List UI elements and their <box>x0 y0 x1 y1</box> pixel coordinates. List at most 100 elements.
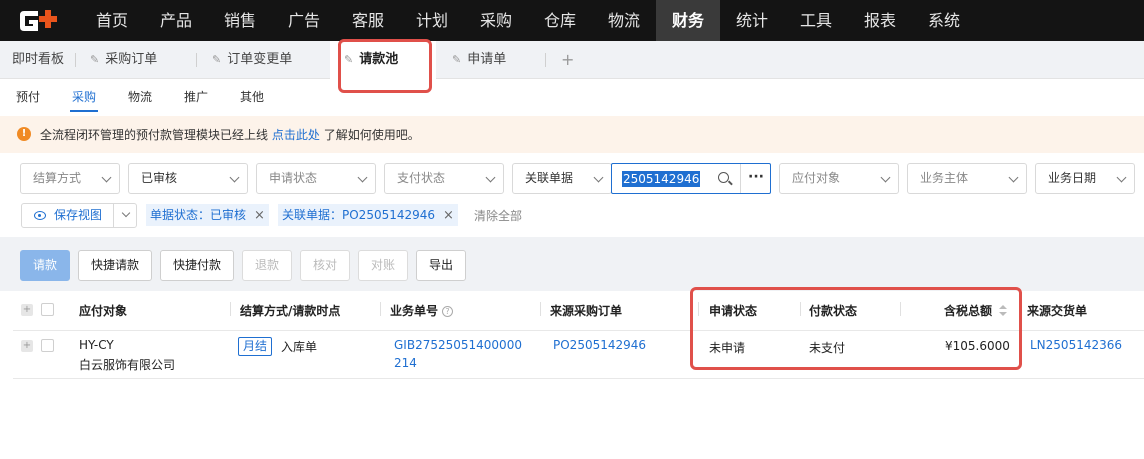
search-value: 2505142946 <box>622 171 701 187</box>
apply-status-select[interactable]: 申请状态 <box>256 163 376 194</box>
cell-source-delivery-link[interactable]: LN2505142366 <box>1030 338 1122 352</box>
nav-logistics[interactable]: 物流 <box>596 0 652 41</box>
settle-method-select[interactable]: 结算方式 <box>20 163 120 194</box>
related-doc-search-input[interactable]: 2505142946 ··· <box>611 163 771 194</box>
tab-label: 申请单 <box>467 52 507 67</box>
col-header-label: 业务单号 <box>390 304 439 318</box>
nav-plan[interactable]: 计划 <box>404 0 460 41</box>
close-icon[interactable]: × <box>254 208 265 223</box>
subtab-promotion[interactable]: 推广 <box>184 88 208 105</box>
chevron-down-icon[interactable] <box>121 208 131 218</box>
select-value: 已审核 <box>141 171 178 185</box>
nav-sales[interactable]: 销售 <box>212 0 268 41</box>
select-value: 业务日期 <box>1048 171 1097 185</box>
select-value: 业务主体 <box>920 171 969 185</box>
pay-target-select[interactable]: 应付对象 <box>779 163 899 194</box>
page-tabs: 即时看板 ✎ 采购订单 ✎ 订单变更单 ✎ 请款池 ✎ 申请单 + <box>0 41 1144 80</box>
cell-target-code: HY-CY <box>79 338 114 352</box>
cell-biz-no-link[interactable]: GIB27525051400000 <box>394 338 522 352</box>
cell-target-name: 白云服饰有限公司 <box>79 358 176 372</box>
subtab-other[interactable]: 其他 <box>240 88 264 105</box>
more-icon[interactable]: ··· <box>740 164 771 193</box>
nav-stats[interactable]: 统计 <box>724 0 780 41</box>
related-doc-select[interactable]: 关联单据 <box>512 163 612 194</box>
subtab-logistics[interactable]: 物流 <box>128 88 152 105</box>
select-value: 应付对象 <box>792 171 841 185</box>
chevron-down-icon <box>880 172 891 183</box>
nav-warehouse[interactable]: 仓库 <box>532 0 588 41</box>
sub-tabs: 预付 采购 物流 推广 其他 <box>0 80 1144 114</box>
notice-suffix: 了解如何使用吧。 <box>323 128 420 142</box>
notice-link[interactable]: 点击此处 <box>272 128 320 142</box>
biz-date-select[interactable]: 业务日期 <box>1035 163 1135 194</box>
col-divider <box>540 302 541 316</box>
col-divider <box>230 302 231 316</box>
nav-home[interactable]: 首页 <box>84 0 140 41</box>
nav-tools[interactable]: 工具 <box>788 0 844 41</box>
tab-divider <box>545 53 546 67</box>
search-icon[interactable] <box>718 172 729 183</box>
save-view-button[interactable]: 保存视图 <box>21 203 137 228</box>
request-payment-button[interactable]: 请款 <box>20 250 70 281</box>
settle-tag: 月结 <box>238 337 273 356</box>
nav-system[interactable]: 系统 <box>916 0 972 41</box>
tab-divider <box>75 53 76 67</box>
nav-ads[interactable]: 广告 <box>276 0 332 41</box>
nav-finance[interactable]: 财务 <box>656 0 720 41</box>
warning-icon: ! <box>17 127 31 141</box>
expand-all-icon[interactable]: + <box>21 304 33 316</box>
chevron-down-icon <box>485 172 496 183</box>
cell-biz-no-link-cont[interactable]: 214 <box>394 356 417 370</box>
col-header-source-po: 来源采购订单 <box>550 304 623 318</box>
subtab-prepay[interactable]: 预付 <box>16 88 40 105</box>
tab-label: 即时看板 <box>12 52 65 67</box>
tab-order-changes[interactable]: ✎ 订单变更单 <box>212 41 292 79</box>
cell-settle-point: 入库单 <box>281 340 318 354</box>
pin-icon: ✎ <box>452 53 462 66</box>
expand-row-icon[interactable]: + <box>21 340 33 352</box>
verify-button[interactable]: 核对 <box>300 250 350 281</box>
pin-icon: ✎ <box>212 53 222 66</box>
pay-status-select[interactable]: 支付状态 <box>384 163 504 194</box>
entity-select[interactable]: 业务主体 <box>907 163 1027 194</box>
select-value: 申请状态 <box>269 171 318 185</box>
nav-reports[interactable]: 报表 <box>852 0 908 41</box>
col-divider <box>380 302 381 316</box>
chevron-down-icon <box>593 172 604 183</box>
tab-divider <box>196 53 197 67</box>
cell-source-po-link[interactable]: PO2505142946 <box>553 338 646 352</box>
tab-purchase-orders[interactable]: ✎ 采购订单 <box>90 41 157 79</box>
clear-all-link[interactable]: 清除全部 <box>474 207 522 224</box>
col-header-biz-no: 业务单号? <box>390 302 454 319</box>
chevron-down-icon <box>357 172 368 183</box>
active-subtab-indicator <box>70 110 98 112</box>
reconcile-button[interactable]: 对账 <box>358 250 408 281</box>
eye-icon <box>34 211 46 220</box>
app-logo[interactable] <box>18 8 64 34</box>
chevron-down-icon <box>1116 172 1127 183</box>
close-icon[interactable]: × <box>443 208 454 223</box>
filter-chip-related-doc: 关联单据：PO2505142946 × <box>278 204 458 226</box>
nav-products[interactable]: 产品 <box>148 0 204 41</box>
export-button[interactable]: 导出 <box>416 250 466 281</box>
select-value: 结算方式 <box>33 171 82 185</box>
quick-pay-button[interactable]: 快捷付款 <box>160 250 234 281</box>
nav-service[interactable]: 客服 <box>340 0 396 41</box>
audit-status-select[interactable]: 已审核 <box>128 163 248 194</box>
notice-bar: ! 全流程闭环管理的预付款管理模块已经上线 点击此处 了解如何使用吧。 <box>0 116 1144 153</box>
row-checkbox[interactable] <box>41 339 54 352</box>
refund-button[interactable]: 退款 <box>242 250 292 281</box>
select-all-checkbox[interactable] <box>41 303 54 316</box>
chip-label: 关联单据：PO2505142946 <box>282 208 436 222</box>
subtab-purchase[interactable]: 采购 <box>72 88 96 105</box>
section-spacer <box>0 237 1144 251</box>
add-tab-button[interactable]: + <box>561 41 574 79</box>
help-icon[interactable]: ? <box>442 306 454 317</box>
pin-icon: ✎ <box>90 53 100 66</box>
tab-dashboard[interactable]: 即时看板 <box>12 41 64 79</box>
tab-applications[interactable]: ✎ 申请单 <box>452 41 506 79</box>
quick-request-button[interactable]: 快捷请款 <box>78 250 152 281</box>
chip-label: 单据状态：已审核 <box>150 208 247 222</box>
nav-purchase[interactable]: 采购 <box>468 0 524 41</box>
chevron-down-icon <box>229 172 240 183</box>
